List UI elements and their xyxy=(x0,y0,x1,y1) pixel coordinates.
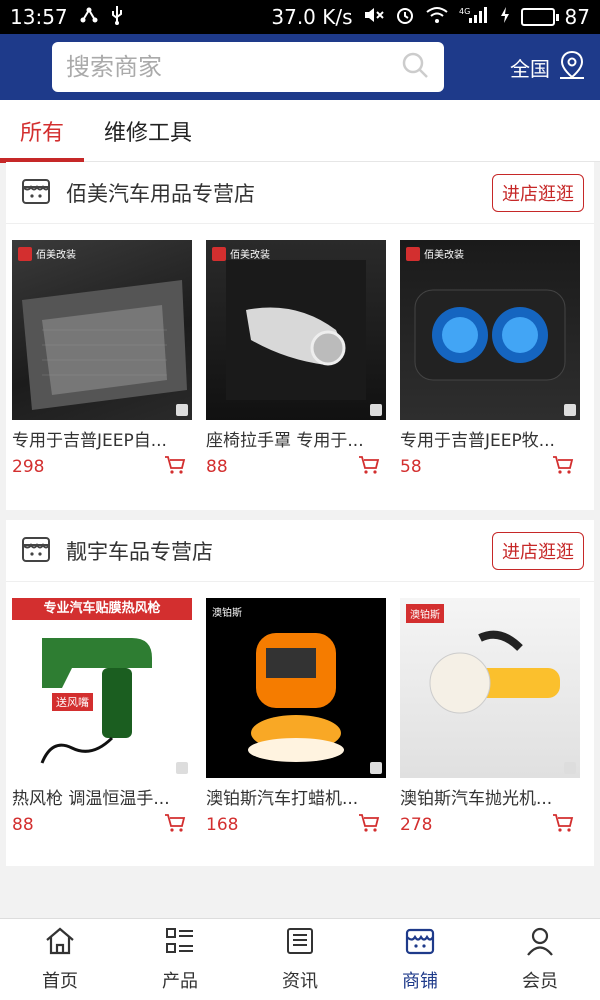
product-price: 298 xyxy=(12,457,45,477)
tab-repair-tools[interactable]: 维修工具 xyxy=(84,100,212,162)
product-image[interactable]: 澳铂斯 xyxy=(400,598,580,778)
product-tag: 送风嘴 xyxy=(52,693,93,711)
product-image[interactable]: 佰美改装 xyxy=(12,240,192,420)
brand-badge: 佰美改装 xyxy=(212,246,270,261)
store-icon xyxy=(20,533,52,569)
brand-badge: 佰美改装 xyxy=(18,246,76,261)
product-price: 88 xyxy=(206,457,228,477)
battery-level: 87 xyxy=(564,5,590,29)
status-time: 13:57 xyxy=(10,5,68,29)
brand-badge: 澳铂斯 xyxy=(406,604,444,623)
product-image[interactable]: 佰美改装 xyxy=(400,240,580,420)
product-name: 座椅拉手罩 专用于... xyxy=(206,431,364,451)
tab-all[interactable]: 所有 xyxy=(0,100,85,163)
user-icon xyxy=(524,926,556,961)
nav-stores[interactable]: 商铺 xyxy=(360,919,480,1000)
brand-badge: 佰美改装 xyxy=(406,246,464,261)
product-card[interactable]: 佰美改装 座椅拉手罩 专用于... 88 xyxy=(206,240,386,479)
nav-news[interactable]: 资讯 xyxy=(240,919,360,1000)
search-input[interactable] xyxy=(66,53,400,81)
location-label: 全国 xyxy=(510,56,550,81)
location-selector[interactable]: 全国 xyxy=(510,50,586,85)
search-box[interactable] xyxy=(52,42,444,92)
zoom-icon xyxy=(370,404,382,416)
product-card[interactable]: 澳铂斯 澳铂斯汽车打蜡机... 168 xyxy=(206,598,386,837)
cart-icon[interactable] xyxy=(552,455,574,479)
cart-icon[interactable] xyxy=(164,813,186,837)
cart-icon[interactable] xyxy=(552,813,574,837)
product-name: 热风枪 调温恒温手... xyxy=(12,789,170,809)
zoom-icon xyxy=(176,404,188,416)
network-speed: 37.0 K/s xyxy=(271,5,353,29)
product-name: 澳铂斯汽车打蜡机... xyxy=(206,789,359,809)
category-tabs: 所有 维修工具 xyxy=(0,100,600,163)
product-price: 88 xyxy=(12,815,34,835)
usb-icon xyxy=(110,5,124,30)
nav-products[interactable]: 产品 xyxy=(120,919,240,1000)
product-name: 澳铂斯汽车抛光机... xyxy=(400,789,553,809)
cart-icon[interactable] xyxy=(164,455,186,479)
app-header: 全国 xyxy=(0,34,600,100)
store-icon xyxy=(404,926,436,961)
product-image[interactable]: 澳铂斯 xyxy=(206,598,386,778)
product-card[interactable]: 专业汽车贴膜热风枪 送风嘴 热风枪 调温恒温手... 88 xyxy=(12,598,192,837)
search-icon[interactable] xyxy=(400,50,430,84)
shop-card: 佰美汽车用品专营店 进店逛逛 佰美改装 专用于吉普JEEP自... 298 佰美… xyxy=(6,162,594,510)
product-card[interactable]: 澳铂斯 澳铂斯汽车抛光机... 278 xyxy=(400,598,580,837)
bottom-nav: 首页 产品 资讯 商铺 会员 xyxy=(0,918,600,1000)
mute-icon xyxy=(363,5,385,29)
product-name: 专用于吉普JEEP牧... xyxy=(400,431,555,451)
wifi-icon xyxy=(425,5,449,29)
nav-member[interactable]: 会员 xyxy=(480,919,600,1000)
alarm-icon xyxy=(395,5,415,30)
enter-shop-button[interactable]: 进店逛逛 xyxy=(492,531,584,570)
brand-badge: 澳铂斯 xyxy=(212,608,242,619)
store-icon xyxy=(20,175,52,211)
product-name: 专用于吉普JEEP自... xyxy=(12,431,167,451)
product-price: 168 xyxy=(206,815,239,835)
product-card[interactable]: 佰美改装 专用于吉普JEEP自... 298 xyxy=(12,240,192,479)
charging-icon xyxy=(499,5,511,29)
signal-icon: 4G xyxy=(459,5,489,29)
product-image[interactable]: 佰美改装 xyxy=(206,240,386,420)
shop-header: 靓宇车品专营店 进店逛逛 xyxy=(6,520,594,582)
status-bar: 13:57 37.0 K/s 4G 87 xyxy=(0,0,600,34)
zoom-icon xyxy=(176,762,188,774)
shop-header: 佰美汽车用品专营店 进店逛逛 xyxy=(6,162,594,224)
zoom-icon xyxy=(564,762,576,774)
product-image[interactable]: 专业汽车贴膜热风枪 送风嘴 xyxy=(12,598,192,778)
battery-indicator: 87 xyxy=(520,5,590,29)
cart-icon[interactable] xyxy=(358,455,380,479)
nav-home[interactable]: 首页 xyxy=(0,919,120,1000)
location-pin-icon xyxy=(558,50,586,85)
shop-name: 佰美汽车用品专营店 xyxy=(66,181,255,206)
zoom-icon xyxy=(370,762,382,774)
home-icon xyxy=(44,926,76,961)
share-icon xyxy=(80,5,98,29)
svg-text:4G: 4G xyxy=(459,7,470,16)
zoom-icon xyxy=(564,404,576,416)
enter-shop-button[interactable]: 进店逛逛 xyxy=(492,173,584,212)
cart-icon[interactable] xyxy=(358,813,380,837)
product-card[interactable]: 佰美改装 专用于吉普JEEP牧... 58 xyxy=(400,240,580,479)
shop-name: 靓宇车品专营店 xyxy=(66,539,213,564)
list-icon xyxy=(164,926,196,961)
news-icon xyxy=(284,926,316,961)
product-price: 58 xyxy=(400,457,422,477)
shop-card: 靓宇车品专营店 进店逛逛 专业汽车贴膜热风枪 送风嘴 热风枪 调温恒温手... xyxy=(6,520,594,866)
shop-list: 佰美汽车用品专营店 进店逛逛 佰美改装 专用于吉普JEEP自... 298 佰美… xyxy=(0,162,600,918)
product-price: 278 xyxy=(400,815,433,835)
